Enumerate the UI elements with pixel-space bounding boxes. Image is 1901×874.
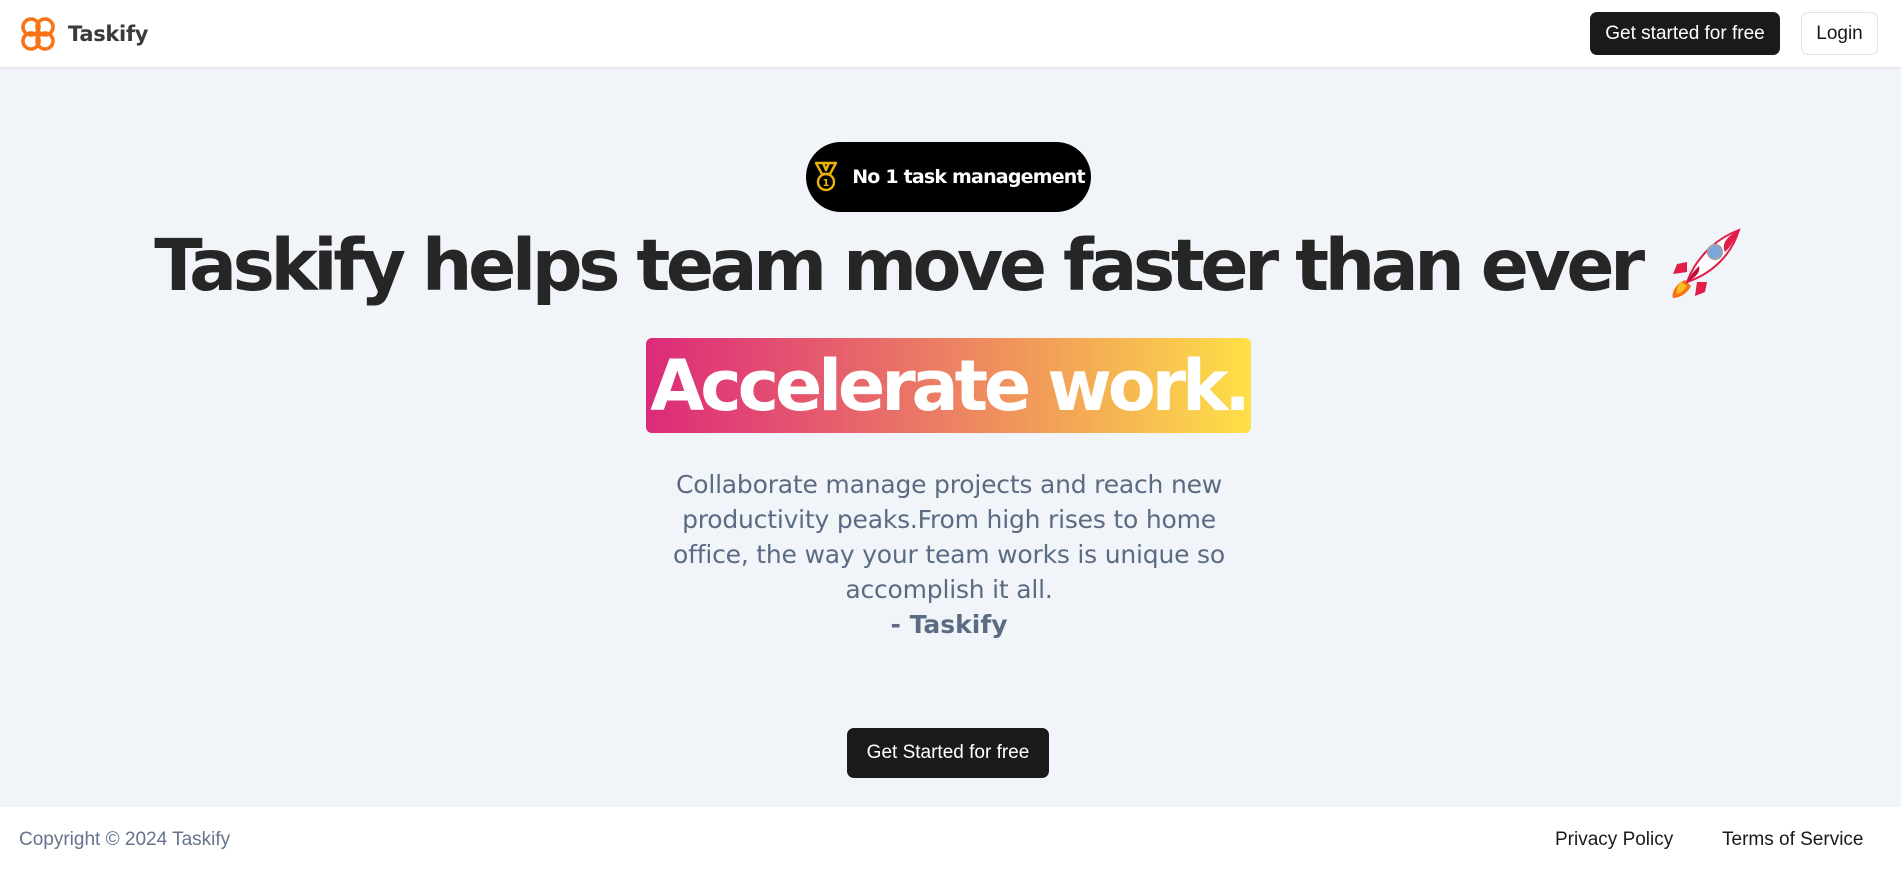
login-button[interactable]: Login	[1801, 12, 1878, 55]
copyright-text: Copyright © 2024 Taskify	[19, 829, 231, 850]
accent-highlight: Accelerate work.	[646, 338, 1251, 433]
site-footer: Copyright © 2024 Taskify Privacy Policy …	[0, 807, 1901, 874]
accent-text: Accelerate work.	[650, 344, 1251, 427]
site-header: Taskify Get started for free Login	[0, 0, 1901, 68]
get-started-header-button[interactable]: Get started for free	[1590, 12, 1780, 55]
get-started-hero-button[interactable]: Get Started for free	[847, 728, 1049, 778]
hero-tagline: Collaborate manage projects and reach ne…	[673, 470, 1225, 604]
rocket-icon	[1672, 228, 1741, 298]
hero-signature: - Taskify	[890, 610, 1008, 639]
hero-headline: Taskify helps team move faster than ever	[154, 224, 1645, 307]
brand-name: Taskify	[68, 22, 149, 46]
svg-text:1: 1	[823, 178, 830, 189]
ranking-badge: 1 No 1 task management	[806, 142, 1091, 212]
headline-row: Taskify helps team move faster than ever	[0, 222, 1901, 310]
taskify-logo-icon	[21, 17, 55, 51]
privacy-policy-link[interactable]: Privacy Policy	[1555, 829, 1673, 851]
terms-of-service-link[interactable]: Terms of Service	[1722, 829, 1863, 851]
medal-icon: 1	[814, 161, 838, 192]
brand[interactable]: Taskify	[18, 14, 148, 54]
badge-label: No 1 task management	[852, 166, 1085, 188]
